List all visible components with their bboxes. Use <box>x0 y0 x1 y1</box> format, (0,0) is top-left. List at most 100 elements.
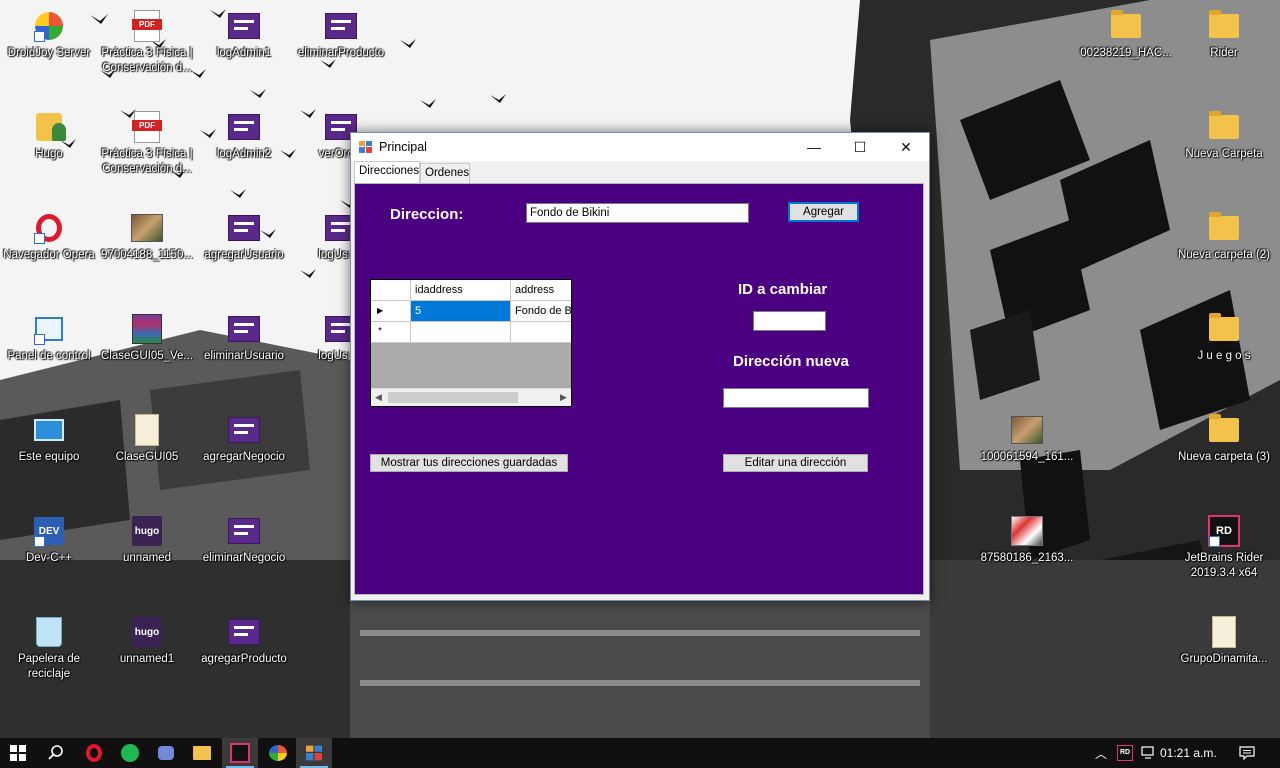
rider-tray-icon: RD <box>1117 745 1133 761</box>
desktop-icon-label: eliminarUsuario <box>204 350 284 362</box>
grid-cell-idaddress[interactable]: 5 <box>411 301 511 322</box>
direccion-nueva-label: Dirección nueva <box>733 353 849 370</box>
desktop-icon-label: ClaseGUI05 <box>115 451 179 463</box>
direccion-nueva-input[interactable] <box>723 388 869 408</box>
desktop-icon-hugo[interactable]: Hugo <box>0 103 98 199</box>
desktop-icon-panel-de-control[interactable]: Panel de control <box>0 305 98 401</box>
desktop-icon-dev-cpp[interactable]: DEV Dev-C++ <box>0 507 98 603</box>
desktop-icon-label: agregarProducto <box>201 653 287 665</box>
desktop-icon-agregarproducto[interactable]: agregarProducto <box>195 608 293 704</box>
folder-icon <box>193 746 211 760</box>
editar-direccion-button[interactable]: Editar una dirección <box>723 454 868 472</box>
direcciones-grid[interactable]: idaddress address ▶ 5 Fondo de B * ◀ ▶ <box>370 279 572 407</box>
desktop-icon-nueva-carpeta[interactable]: Nueva Carpeta <box>1175 103 1273 199</box>
agregar-button[interactable]: Agregar <box>788 202 859 222</box>
tab-direcciones[interactable]: Direcciones <box>354 161 420 183</box>
desktop-icon-grupodinamita[interactable]: GrupoDinamita... <box>1175 608 1273 704</box>
pdf-icon <box>130 10 164 42</box>
desktop-icon-label: agregarUsuario <box>204 249 284 261</box>
desktop-icon-papelera[interactable]: Papelera de reciclaje <box>0 608 98 704</box>
maximize-button[interactable]: ☐ <box>837 133 883 161</box>
desktop-icon-unnamed1[interactable]: hugo unnamed1 <box>98 608 196 704</box>
scroll-right-icon[interactable]: ▶ <box>556 390 571 405</box>
desktop-icon-label: Navegador Opera <box>3 249 95 261</box>
show-hidden-icons-button[interactable]: ︿ <box>1090 738 1112 768</box>
direccion-input[interactable] <box>526 203 749 223</box>
computer-icon <box>32 414 66 446</box>
desktop-icon-hac[interactable]: 00238219_HAC... <box>1077 2 1175 98</box>
row-header-new[interactable]: * <box>371 322 411 343</box>
grid-cell-address[interactable]: Fondo de B <box>511 301 571 322</box>
grid-cell-new-idaddress[interactable] <box>411 322 511 343</box>
id-a-cambiar-label: ID a cambiar <box>738 281 828 298</box>
taskbar-discord[interactable] <box>148 738 184 768</box>
desktop-icon-rider[interactable]: Rider <box>1175 2 1273 98</box>
taskbar-principal-app[interactable] <box>296 738 332 768</box>
desktop-icon-label: J u e g o s <box>1197 350 1251 362</box>
tray-network[interactable] <box>1138 738 1160 768</box>
desktop-icon-eliminarproducto[interactable]: eliminarProducto <box>292 2 390 98</box>
search-button[interactable] <box>38 738 74 768</box>
minimize-button[interactable]: — <box>791 133 837 161</box>
window-title: Principal <box>379 140 427 154</box>
app-icon <box>306 745 322 761</box>
desktop-icon-eliminarnegocio[interactable]: eliminarNegocio <box>195 507 293 603</box>
desktop-icon-jetbrains-rider[interactable]: RD JetBrains Rider 2019.3.4 x64 <box>1175 507 1273 603</box>
scroll-thumb[interactable] <box>388 392 518 403</box>
row-header-current[interactable]: ▶ <box>371 301 411 322</box>
grid-column-header[interactable]: idaddress <box>411 280 511 301</box>
desktop-icon-droidjoy[interactable]: DroidJoy Server <box>0 2 98 98</box>
tray-rider[interactable]: RD <box>1114 738 1136 768</box>
desktop-icon-label: Este equipo <box>18 451 80 463</box>
desktop-icon-label: logAdmin1 <box>216 47 272 59</box>
grid-cell-new-address[interactable] <box>511 322 571 343</box>
opera-icon <box>32 212 66 244</box>
desktop-icon-label: GrupoDinamita... <box>1180 653 1268 665</box>
clock[interactable]: 01:21 a.m. <box>1160 746 1217 760</box>
desktop-icon-nueva-carpeta-3[interactable]: Nueva carpeta (3) <box>1175 406 1273 502</box>
grid-column-header[interactable]: address <box>511 280 571 301</box>
title-bar[interactable]: Principal — ☐ ✕ <box>351 133 929 161</box>
desktop-icon-unnamed[interactable]: hugo unnamed <box>98 507 196 603</box>
taskbar-file-explorer[interactable] <box>184 738 220 768</box>
horizontal-scrollbar[interactable]: ◀ ▶ <box>371 388 571 406</box>
desktop-icon-practica-2[interactable]: Práctica 3 Física | Conservación d... <box>98 103 196 199</box>
mostrar-direcciones-button[interactable]: Mostrar tus direcciones guardadas <box>370 454 568 472</box>
desktop-icon-clasegui05[interactable]: ClaseGUI05 <box>98 406 196 502</box>
taskbar-rider[interactable] <box>222 738 258 768</box>
desktop-icon-logadmin1[interactable]: logAdmin1 <box>195 2 293 98</box>
desktop-icon-agregarnegocio[interactable]: agregarNegocio <box>195 406 293 502</box>
taskbar-opera[interactable] <box>76 738 112 768</box>
id-a-cambiar-input[interactable] <box>753 311 826 331</box>
desktop-icon-label: Dev-C++ <box>25 552 73 564</box>
desktop-icon-agregarusuario[interactable]: agregarUsuario <box>195 204 293 300</box>
desktop-icon-logadmin2[interactable]: logAdmin2 <box>195 103 293 199</box>
desktop-icon-label: ClaseGUI05_Ve... <box>100 350 194 362</box>
scroll-left-icon[interactable]: ◀ <box>371 390 386 405</box>
desktop-icon-img-97004[interactable]: 97004188_1150... <box>98 204 196 300</box>
desktop-icon-label: agregarNegocio <box>203 451 285 463</box>
desktop-icon-opera[interactable]: Navegador Opera <box>0 204 98 300</box>
desktop-icon-img-87580[interactable]: 87580186_2163... <box>978 507 1076 603</box>
rider-icon <box>230 743 250 763</box>
action-center-button[interactable] <box>1232 738 1262 768</box>
spotify-icon <box>121 744 139 762</box>
start-button[interactable] <box>0 738 36 768</box>
desktop-icon-juegos[interactable]: J u e g o s <box>1175 305 1273 401</box>
desktop-icon-eliminarusuario[interactable]: eliminarUsuario <box>195 305 293 401</box>
taskbar-spotify[interactable] <box>112 738 148 768</box>
desktop-icon-practica-1[interactable]: Práctica 3 Física | Conservación d... <box>98 2 196 98</box>
current-row-arrow-icon: ▶ <box>377 306 384 315</box>
desktop-icon-label: Nueva Carpeta <box>1185 148 1263 160</box>
grid-corner-header[interactable] <box>371 280 411 301</box>
tab-ordenes[interactable]: Ordenes <box>420 163 470 183</box>
close-button[interactable]: ✕ <box>883 133 929 161</box>
notification-icon <box>1239 746 1255 760</box>
desktop-icon-img-100061[interactable]: 100061594_161... <box>978 406 1076 502</box>
taskbar-paint[interactable] <box>260 738 296 768</box>
desktop-icon-nueva-carpeta-2[interactable]: Nueva carpeta (2) <box>1175 204 1273 300</box>
desktop-icon-clasegui-rar[interactable]: ClaseGUI05_Ve... <box>98 305 196 401</box>
desktop-icon-este-equipo[interactable]: Este equipo <box>0 406 98 502</box>
search-icon <box>48 745 63 760</box>
hugo-logo-icon: hugo <box>130 515 164 547</box>
